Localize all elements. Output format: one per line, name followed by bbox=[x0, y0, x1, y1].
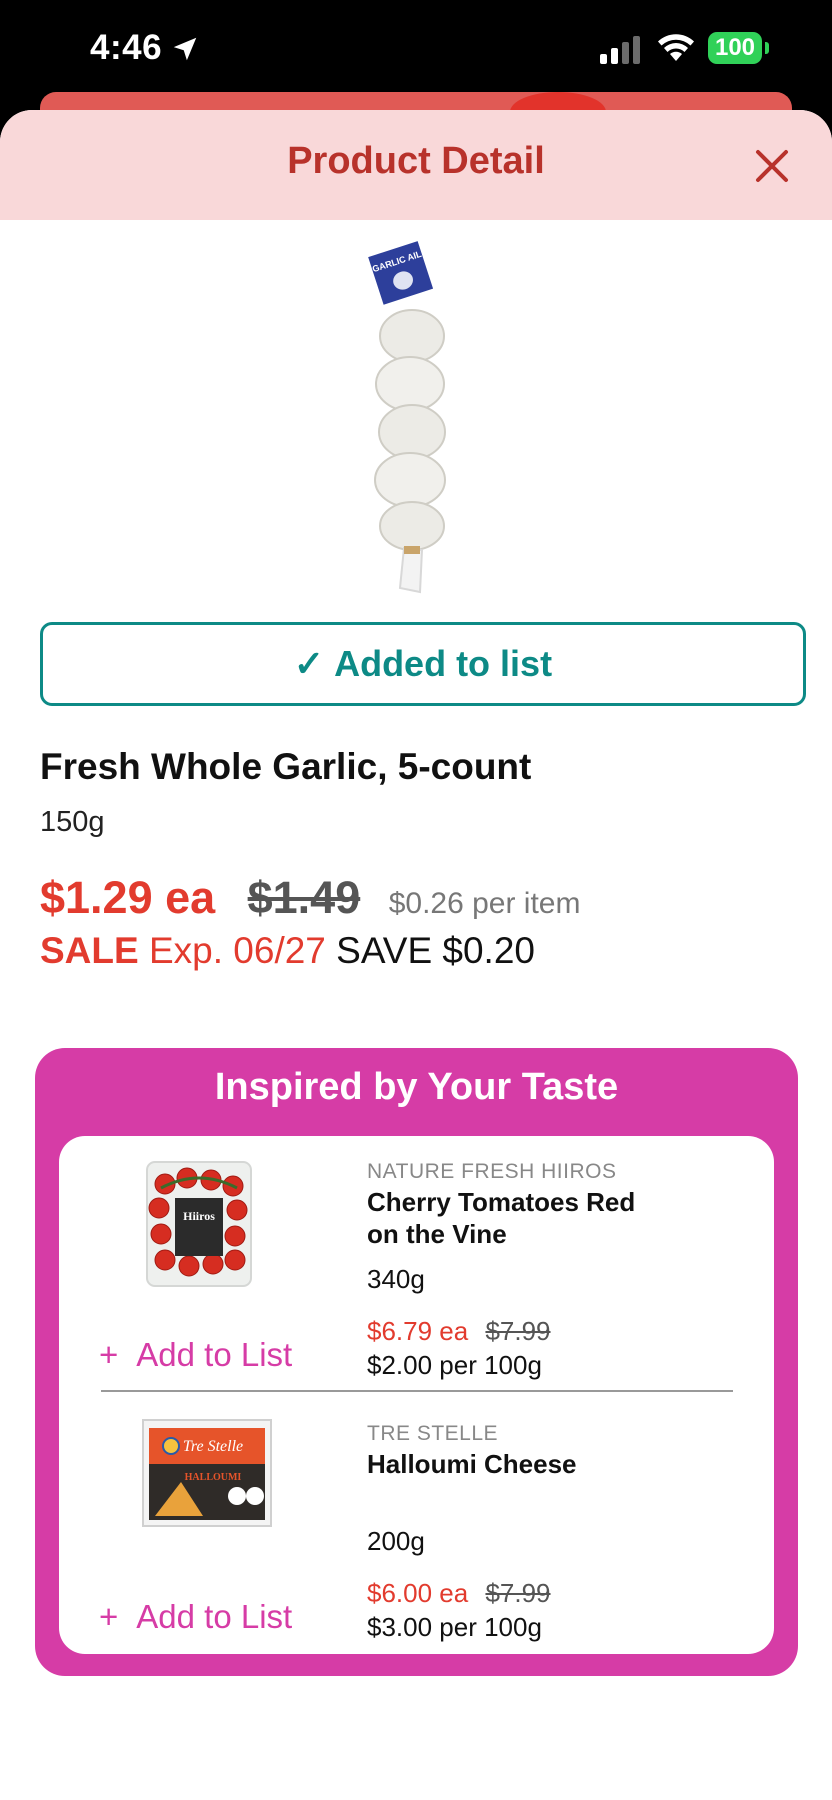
unit-price: $2.00 per 100g bbox=[367, 1350, 542, 1380]
current-price: $6.00 ea bbox=[367, 1578, 469, 1608]
plus-icon: + bbox=[99, 1336, 119, 1373]
product-name: Fresh Whole Garlic, 5-count bbox=[40, 746, 532, 787]
unit-price: $0.26 per item bbox=[388, 887, 581, 920]
unit-price: $3.00 per 100g bbox=[367, 1612, 542, 1642]
product-image-halloumi: Tre Stelle HALLOUMI bbox=[142, 1419, 272, 1527]
sale-row: SALE Exp. 06/27 SAVE $0.20 bbox=[40, 930, 535, 972]
list-item[interactable]: Hiiros NATURE FRESH HIIROS Cherry Tomato… bbox=[59, 1136, 774, 1386]
tomato-package-label: Hiiros bbox=[183, 1209, 215, 1223]
recommendations-title: Inspired by Your Taste bbox=[214, 1066, 619, 1108]
add-to-list-button[interactable]: + Add to List bbox=[99, 1336, 292, 1374]
divider bbox=[101, 1390, 733, 1392]
location-arrow-icon bbox=[173, 37, 197, 61]
battery-level: 100 bbox=[708, 32, 762, 64]
current-price: $1.29 ea bbox=[40, 872, 216, 923]
battery-icon: 100 bbox=[708, 32, 770, 64]
product-size: 200g bbox=[367, 1526, 425, 1556]
close-icon[interactable] bbox=[752, 146, 792, 186]
status-time: 4:46 bbox=[90, 28, 163, 67]
product-image-cherry-tomatoes: Hiiros bbox=[146, 1161, 252, 1287]
sheet-header: Product Detail bbox=[0, 110, 832, 220]
halloumi-brand-text: Tre Stelle bbox=[183, 1438, 243, 1455]
list-item[interactable]: Tre Stelle HALLOUMI TRE STELLE Halloumi … bbox=[59, 1398, 774, 1648]
product-size: 150g bbox=[40, 806, 105, 838]
recommendations-list: Hiiros NATURE FRESH HIIROS Cherry Tomato… bbox=[59, 1136, 774, 1654]
sale-label: SALE bbox=[40, 930, 139, 971]
product-name: Halloumi Cheese bbox=[367, 1449, 577, 1479]
product-size: 340g bbox=[367, 1264, 425, 1294]
price-row: $1.29 ea $1.49 $0.26 per item bbox=[40, 872, 580, 932]
added-to-list-button[interactable]: ✓ Added to list bbox=[40, 622, 806, 706]
checkmark-icon: ✓ bbox=[293, 643, 325, 684]
price-row: $6.00 ea $7.99 bbox=[367, 1578, 551, 1609]
brand-name: NATURE FRESH HIIROS bbox=[367, 1160, 617, 1183]
add-to-list-label: Add to List bbox=[136, 1598, 293, 1635]
status-bar: 4:46 100 bbox=[0, 0, 832, 100]
product-image-garlic: GARLIC AIL bbox=[368, 241, 446, 594]
cellular-signal-icon bbox=[600, 36, 640, 64]
plus-icon: + bbox=[99, 1598, 119, 1635]
original-price: $7.99 bbox=[485, 1578, 551, 1608]
original-price: $7.99 bbox=[485, 1316, 551, 1346]
recommendations-card: Inspired by Your Taste Hiiros NATURE FRE… bbox=[35, 1048, 798, 1676]
added-to-list-label: Added to list bbox=[334, 643, 553, 684]
price-row: $6.79 ea $7.99 bbox=[367, 1316, 551, 1347]
original-price: $1.49 bbox=[247, 872, 361, 923]
current-price: $6.79 ea bbox=[367, 1316, 469, 1346]
product-name: Cherry Tomatoes Red on the Vine bbox=[367, 1187, 636, 1249]
add-to-list-button[interactable]: + Add to List bbox=[99, 1598, 292, 1636]
savings-amount: SAVE $0.20 bbox=[336, 930, 535, 971]
sale-expiry: Exp. 06/27 bbox=[148, 930, 326, 971]
halloumi-sub-text: HALLOUMI bbox=[185, 1472, 242, 1483]
add-to-list-label: Add to List bbox=[136, 1336, 293, 1373]
product-detail-sheet: Product Detail GARLIC AIL ✓ Added to lis… bbox=[0, 110, 832, 1800]
wifi-icon bbox=[658, 34, 694, 61]
brand-name: TRE STELLE bbox=[367, 1422, 499, 1445]
page-title: Product Detail bbox=[287, 140, 545, 182]
